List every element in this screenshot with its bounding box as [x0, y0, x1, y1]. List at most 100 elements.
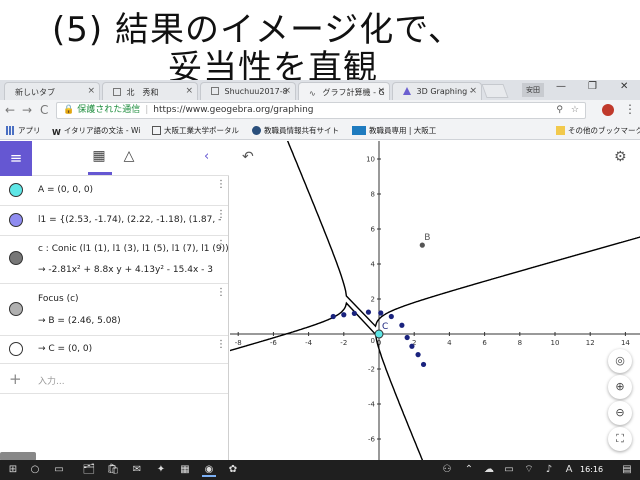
- bookmark-label: 大阪工業大学ポータル: [164, 126, 239, 135]
- tab-graph-calculator[interactable]: ∿ グラフ計算機 - G ×: [298, 82, 390, 100]
- new-tab-button[interactable]: [481, 84, 509, 98]
- close-window-icon[interactable]: ✕: [620, 81, 628, 92]
- bookmark-staff-share[interactable]: 教職員情報共有サイト: [252, 125, 339, 136]
- document-icon: [113, 88, 121, 96]
- visibility-toggle[interactable]: [9, 183, 23, 197]
- visibility-toggle[interactable]: [9, 251, 23, 265]
- extension-icon[interactable]: [602, 104, 614, 116]
- ime-icon[interactable]: A: [562, 463, 576, 477]
- explorer-icon[interactable]: 🗂: [82, 463, 96, 477]
- battery-icon[interactable]: ▭: [502, 463, 516, 477]
- plus-icon[interactable]: +: [9, 370, 22, 388]
- profile-chip[interactable]: 安田: [522, 83, 544, 97]
- store-icon[interactable]: 🛍: [106, 463, 120, 477]
- tab-3d-graphing[interactable]: 3D Graphing - ×: [392, 82, 482, 100]
- folder-icon: [556, 126, 565, 135]
- back-icon[interactable]: ←: [5, 103, 15, 117]
- point-B-label: B: [424, 233, 430, 243]
- people-icon[interactable]: ⚇: [440, 463, 454, 477]
- maximize-icon[interactable]: ❐: [588, 81, 597, 92]
- tab-close-icon[interactable]: ×: [185, 86, 193, 96]
- conic-lower-branch: [230, 301, 424, 460]
- more-options-icon[interactable]: ⋮: [216, 339, 226, 350]
- app-icon[interactable]: ✦: [154, 463, 168, 477]
- bookmark-star-icon[interactable]: ☆: [571, 103, 579, 118]
- tab-label: 3D Graphing -: [416, 87, 473, 96]
- search-icon[interactable]: ⚲: [556, 103, 563, 118]
- tab-close-icon[interactable]: ×: [377, 86, 385, 96]
- graphics-view[interactable]: -8 -6 -4 -2 0 2 4 6 8 10 12 14 -6 -4 -2 2 4 6 8 10 0 B C ↶ ⚙ ◎…: [230, 141, 640, 460]
- algebra-tab-icon[interactable]: ▦: [88, 148, 110, 168]
- algebra-input[interactable]: 入力...: [38, 374, 65, 387]
- visibility-toggle[interactable]: [9, 302, 23, 316]
- bookmark-other[interactable]: その他のブックマーク: [556, 125, 640, 136]
- chevron-up-icon[interactable]: ⌃: [462, 463, 476, 477]
- document-icon: [152, 126, 161, 135]
- volume-icon[interactable]: ♪: [542, 463, 556, 477]
- algebra-row-C[interactable]: → C = (0, 0) ⋮: [0, 336, 228, 364]
- undo-icon[interactable]: ↶: [242, 149, 254, 165]
- algebra-row-l1[interactable]: l1 = {(2.53, -1.74), (2.22, -1.18), (1.8…: [0, 206, 228, 236]
- gear-icon[interactable]: ⚙: [614, 149, 627, 165]
- home-view-icon[interactable]: ◎: [608, 349, 632, 373]
- point-C-label: C: [382, 322, 388, 332]
- bookmark-staff-only[interactable]: 教職員専用 | 大阪工: [352, 125, 436, 136]
- tab-close-icon[interactable]: ×: [283, 86, 291, 96]
- calculator-icon[interactable]: ▦: [178, 463, 192, 477]
- task-view-icon[interactable]: ▭: [52, 463, 66, 477]
- clock[interactable]: 16:16: [580, 465, 603, 474]
- bookmark-label: アプリ: [18, 126, 41, 135]
- more-options-icon[interactable]: ⋮: [216, 287, 226, 298]
- algebra-row-A[interactable]: A = (0, 0, 0) ⋮: [0, 176, 228, 206]
- x-tick-label: -6: [270, 339, 278, 347]
- tab-new-tab[interactable]: 新しいタブ ×: [4, 82, 100, 100]
- tab-shuchuu[interactable]: Shuchuu2017-8 ×: [200, 82, 296, 100]
- windows-start-icon[interactable]: ⊞: [6, 463, 20, 477]
- more-options-icon[interactable]: ⋮: [216, 239, 226, 250]
- minimize-icon[interactable]: —: [556, 81, 566, 92]
- tab-close-icon[interactable]: ×: [469, 86, 477, 96]
- more-options-icon[interactable]: ⋮: [216, 179, 226, 190]
- chrome-icon[interactable]: ◉: [202, 463, 216, 477]
- algebra-row-c[interactable]: c : Conic (l1 (1), l1 (3), l1 (5), l1 (7…: [0, 236, 229, 284]
- point-B: [419, 242, 425, 248]
- menu-icon[interactable]: ≡: [0, 141, 32, 176]
- collapse-panel-icon[interactable]: ‹: [204, 149, 209, 164]
- reload-icon[interactable]: C: [40, 103, 48, 117]
- list-point: [420, 361, 427, 368]
- list-point: [378, 310, 384, 316]
- address-bar[interactable]: 🔒 保護された通信 | https://www.geogebra.org/graphi…: [56, 102, 586, 119]
- zoom-out-icon[interactable]: ⊖: [608, 401, 632, 425]
- bookmark-oit-portal[interactable]: 大阪工業大学ポータル: [152, 125, 239, 136]
- separator: |: [145, 105, 149, 115]
- list-point: [409, 343, 415, 349]
- visibility-toggle[interactable]: [9, 213, 23, 227]
- tools-tab-icon[interactable]: △: [118, 148, 140, 168]
- tab-kita[interactable]: 北 秀和 ×: [102, 82, 198, 100]
- chrome-menu-icon[interactable]: ⋮: [624, 102, 636, 116]
- bookmark-apps[interactable]: アプリ: [6, 125, 41, 136]
- active-tab-underline: [88, 172, 112, 175]
- tab-close-icon[interactable]: ×: [87, 86, 95, 96]
- more-options-icon[interactable]: ⋮: [216, 209, 226, 220]
- network-icon[interactable]: ⌔: [522, 463, 536, 477]
- algebra-input-row[interactable]: + 入力...: [0, 364, 228, 394]
- toolbar: ← → C 🔒 保護された通信 | https://www.geogebra.org/…: [0, 100, 640, 121]
- x-tick-label: 8: [518, 339, 522, 347]
- app-icon[interactable]: ✿: [226, 463, 240, 477]
- fullscreen-icon[interactable]: ⛶: [608, 427, 632, 451]
- algebra-row-focus[interactable]: Focus (c) → B = (2.46, 5.08) ⋮: [0, 284, 228, 336]
- notification-icon[interactable]: ▤: [620, 463, 634, 477]
- cloud-icon[interactable]: ☁: [482, 463, 496, 477]
- y-tick-label: 4: [371, 261, 376, 269]
- bookmark-italian-grammar[interactable]: W イタリア語の文法 - Wi: [52, 125, 140, 137]
- algebra-text: c : Conic (l1 (1), l1 (3), l1 (5), l1 (7…: [38, 244, 229, 254]
- search-icon[interactable]: ○: [28, 463, 42, 477]
- slide-title: (5) 結果のイメージ化で、 妥当性を直観: [0, 0, 640, 88]
- forward-icon[interactable]: →: [22, 103, 32, 117]
- mail-icon[interactable]: ✉: [130, 463, 144, 477]
- graph-canvas[interactable]: -8 -6 -4 -2 0 2 4 6 8 10 12 14-6-4-22468100BC: [230, 141, 640, 460]
- visibility-toggle[interactable]: [9, 342, 23, 356]
- x-tick-label: -4: [305, 339, 313, 347]
- zoom-in-icon[interactable]: ⊕: [608, 375, 632, 399]
